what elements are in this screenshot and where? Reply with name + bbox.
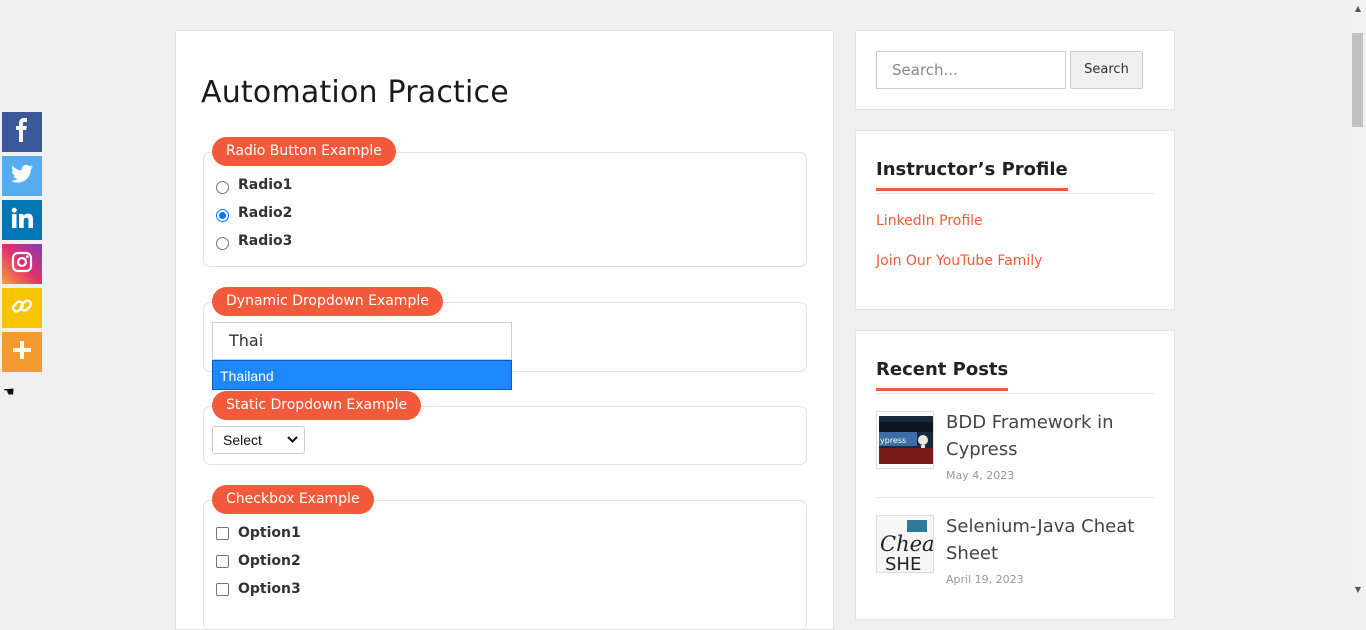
radio-option-2[interactable]: Radio2 xyxy=(216,205,293,222)
radio-3-input[interactable] xyxy=(216,236,229,250)
post-date: April 19, 2023 xyxy=(946,573,1024,586)
hide-share-bar-icon[interactable]: ☚ xyxy=(3,385,15,400)
linkedin-profile-link[interactable]: LinkedIn Profile xyxy=(876,213,983,229)
static-dropdown-select[interactable]: Select xyxy=(212,426,305,454)
radio-2-label: Radio2 xyxy=(238,205,293,221)
scroll-thumb[interactable] xyxy=(1352,33,1363,127)
more-icon xyxy=(10,338,34,366)
recent-posts-title: Recent Posts xyxy=(876,359,1009,391)
checkbox-1-input[interactable] xyxy=(216,526,229,540)
scroll-down-arrow-icon[interactable]: ▼ xyxy=(1355,585,1361,594)
checkbox-option-3[interactable]: Option3 xyxy=(216,581,301,597)
social-share-bar xyxy=(2,112,42,376)
copy-link-button[interactable] xyxy=(2,288,42,328)
autocomplete-suggestion[interactable]: Thailand xyxy=(212,360,512,390)
autocomplete-input[interactable]: Thai xyxy=(212,322,512,360)
linkedin-button[interactable] xyxy=(2,200,42,240)
radio-button-legend: Radio Button Example xyxy=(212,137,396,166)
twitter-icon xyxy=(10,162,34,190)
facebook-icon xyxy=(10,118,34,146)
radio-1-input[interactable] xyxy=(216,180,229,194)
link-icon xyxy=(10,294,34,322)
post-thumbnail-text: ypress xyxy=(880,436,906,445)
search-widget: Search... Search xyxy=(855,30,1175,110)
main-content: Automation Practice Radio Button Example… xyxy=(175,30,834,630)
instructor-profile-title: Instructor’s Profile xyxy=(876,159,1068,191)
checkbox-option-1[interactable]: Option1 xyxy=(216,525,301,541)
checkbox-2-input[interactable] xyxy=(216,554,229,568)
divider xyxy=(876,497,1154,498)
search-input[interactable]: Search... xyxy=(876,51,1066,89)
radio-1-label: Radio1 xyxy=(238,177,293,193)
post-title-link[interactable]: BDD Framework in Cypress xyxy=(946,409,1146,463)
checkbox-3-label: Option3 xyxy=(238,581,301,597)
instructor-profile-widget: Instructor’s Profile LinkedIn Profile Jo… xyxy=(855,130,1175,310)
divider xyxy=(876,193,1154,194)
page-scrollbar[interactable]: ▲ ▼ xyxy=(1349,0,1366,598)
radio-option-1[interactable]: Radio1 xyxy=(216,177,293,194)
linkedin-icon xyxy=(10,206,34,234)
recent-posts-widget: Recent Posts ypress BDD Framework in Cyp… xyxy=(855,330,1175,620)
post-thumbnail[interactable]: ypress xyxy=(876,411,934,469)
checkbox-2-label: Option2 xyxy=(238,553,301,569)
instagram-icon xyxy=(10,250,34,278)
radio-option-3[interactable]: Radio3 xyxy=(216,233,293,250)
radio-3-label: Radio3 xyxy=(238,233,293,249)
post-thumbnail[interactable]: Cheat SHE xyxy=(876,515,934,573)
static-dropdown-value: Select xyxy=(223,432,262,448)
checkbox-option-2[interactable]: Option2 xyxy=(216,553,301,569)
checkbox-3-input[interactable] xyxy=(216,582,229,596)
radio-2-input[interactable] xyxy=(216,208,229,222)
static-dropdown-legend: Static Dropdown Example xyxy=(212,391,422,420)
youtube-family-link[interactable]: Join Our YouTube Family xyxy=(876,253,1042,269)
svg-text:Cheat: Cheat xyxy=(880,532,934,556)
facebook-button[interactable] xyxy=(2,112,42,152)
chevron-down-icon xyxy=(287,427,298,463)
more-share-button[interactable] xyxy=(2,332,42,372)
page-title: Automation Practice xyxy=(201,75,509,110)
svg-text:SHE: SHE xyxy=(885,554,921,573)
checkbox-legend: Checkbox Example xyxy=(212,485,374,514)
twitter-button[interactable] xyxy=(2,156,42,196)
divider xyxy=(876,393,1154,394)
scroll-up-arrow-icon[interactable]: ▲ xyxy=(1355,4,1361,13)
post-date: May 4, 2023 xyxy=(946,469,1015,482)
post-title-link[interactable]: Selenium-Java Cheat Sheet xyxy=(946,513,1146,567)
search-button[interactable]: Search xyxy=(1070,51,1143,89)
dynamic-dropdown-legend: Dynamic Dropdown Example xyxy=(212,287,443,316)
checkbox-1-label: Option1 xyxy=(238,525,301,541)
radio-button-fieldset xyxy=(203,152,807,267)
instagram-button[interactable] xyxy=(2,244,42,284)
